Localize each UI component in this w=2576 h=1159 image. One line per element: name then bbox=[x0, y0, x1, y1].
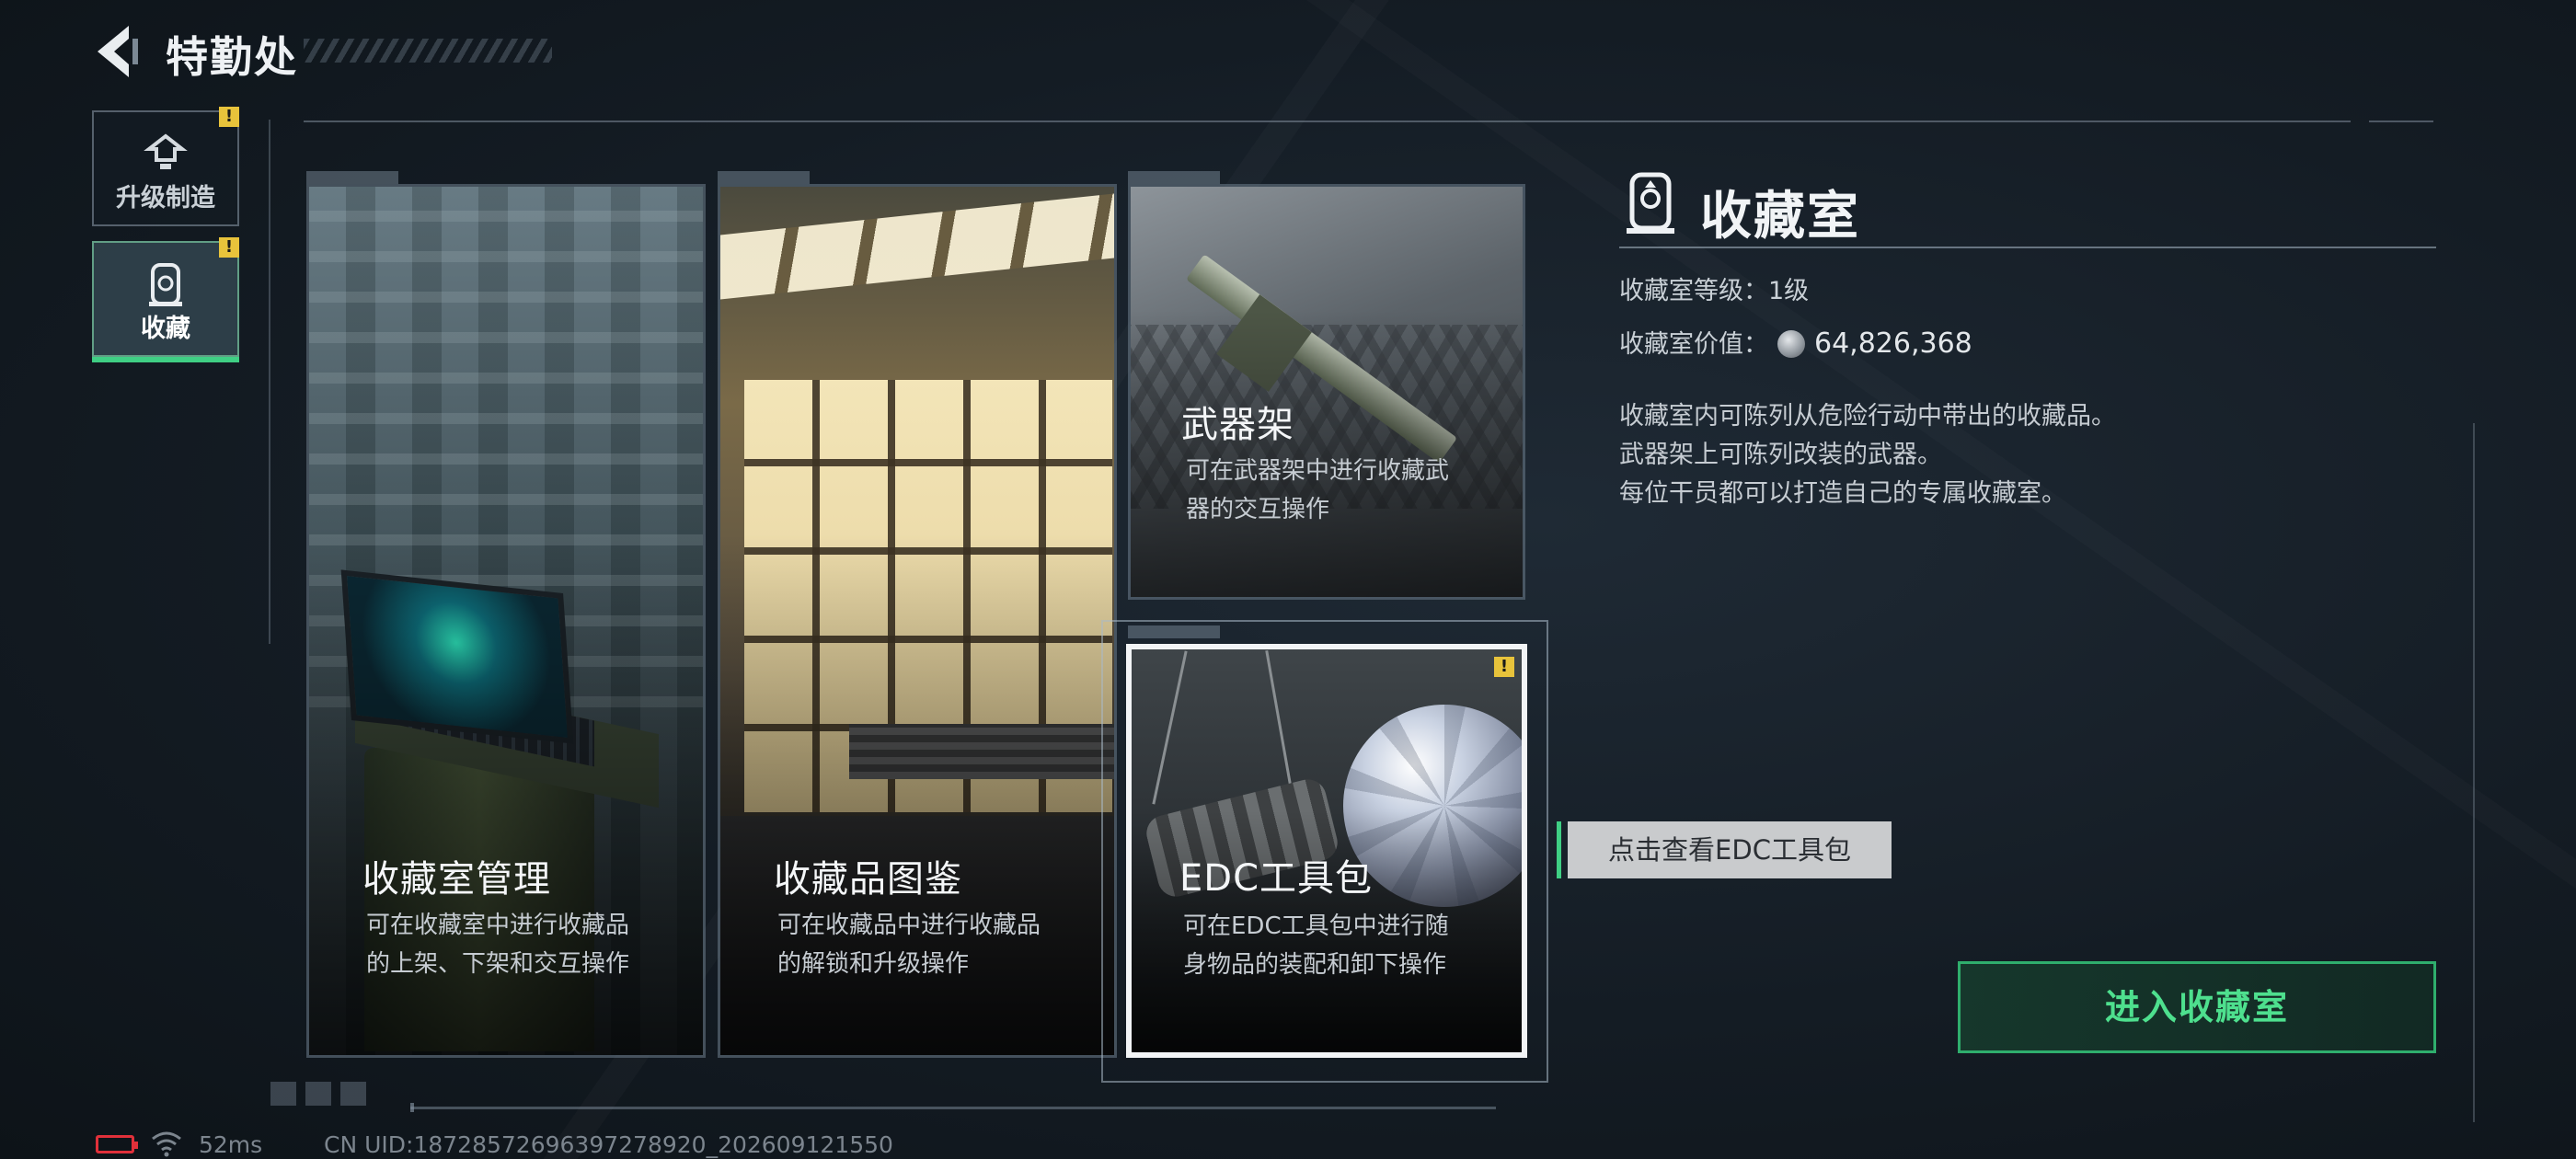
card-title: 武器架 bbox=[1181, 404, 1294, 446]
panel-description-line: 每位干员都可以打造自己的专属收藏室。 bbox=[1619, 479, 2066, 508]
sidebar-divider bbox=[269, 120, 270, 644]
card-description: 可在收藏品中进行收藏品 的解锁和升级操作 bbox=[777, 912, 1041, 978]
back-button[interactable] bbox=[88, 22, 144, 81]
tooltip-accent bbox=[1557, 821, 1561, 878]
top-divider bbox=[304, 120, 2351, 122]
network-ping: 52ms bbox=[199, 1131, 263, 1158]
chevron-left-icon bbox=[98, 26, 138, 77]
upgrade-craft-icon bbox=[144, 133, 188, 169]
panel-description-line: 武器架上可陈列改装的武器。 bbox=[1619, 441, 1942, 469]
user-uid: CN UID:18728572696397278920_202609121550 bbox=[324, 1131, 893, 1158]
card-tab-decoration bbox=[718, 171, 810, 184]
card-title: 收藏室管理 bbox=[362, 858, 551, 901]
edc-tooltip: 点击查看EDC工具包 bbox=[1568, 821, 1892, 878]
collection-room-icon bbox=[149, 263, 182, 306]
sidebar-item-label: 收藏 bbox=[141, 315, 190, 343]
card-title: EDC工具包 bbox=[1179, 857, 1374, 900]
card-description: 可在武器架中进行收藏武 器的交互操作 bbox=[1186, 457, 1450, 523]
card-collection-management[interactable]: 收藏室管理 可在收藏室中进行收藏品 的上架、下架和交互操作 bbox=[306, 184, 706, 1058]
page-title: 特勤处 bbox=[166, 32, 298, 82]
value-label: 收藏室价值： bbox=[1619, 330, 1768, 359]
alert-badge: ! bbox=[1494, 657, 1514, 677]
level-value: 1级 bbox=[1768, 277, 1810, 305]
sidebar-item-collection[interactable]: 收藏 ! bbox=[92, 237, 239, 362]
card-tab-decoration bbox=[1128, 171, 1220, 184]
title-decoration bbox=[304, 39, 552, 63]
top-divider-end bbox=[2369, 120, 2433, 122]
card-edc-toolkit[interactable]: ! EDC工具包 可在EDC工具包中进行随 身物品的装配和卸下操作 bbox=[1126, 644, 1527, 1058]
enter-collection-button[interactable]: 进入收藏室 bbox=[1958, 961, 2436, 1053]
card-weapon-rack[interactable]: 武器架 可在武器架中进行收藏武 器的交互操作 bbox=[1128, 184, 1525, 600]
coin-icon bbox=[1777, 329, 1805, 358]
battery-icon bbox=[96, 1135, 138, 1153]
bottom-decoration bbox=[270, 1082, 372, 1106]
panel-divider bbox=[1619, 247, 2436, 248]
collection-level: 收藏室等级：1级 bbox=[1619, 270, 1809, 306]
card-tab-decoration bbox=[306, 171, 398, 184]
sidebar-item-upgrade-craft[interactable]: 升级制造 ! bbox=[92, 107, 239, 226]
value-amount: 64,826,368 bbox=[1814, 327, 1972, 360]
wifi-icon bbox=[152, 1131, 181, 1157]
panel-description-line: 收藏室内可陈列从危险行动中带出的收藏品。 bbox=[1619, 402, 2116, 430]
alert-badge: ! bbox=[219, 107, 239, 127]
bottom-divider bbox=[410, 1103, 1496, 1112]
card-collection-catalog[interactable]: 收藏品图鉴 可在收藏品中进行收藏品 的解锁和升级操作 bbox=[718, 184, 1117, 1058]
card-description: 可在收藏室中进行收藏品 的上架、下架和交互操作 bbox=[366, 912, 630, 978]
collection-room-icon bbox=[1627, 172, 1674, 234]
level-label: 收藏室等级： bbox=[1619, 277, 1768, 305]
collection-value: 收藏室价值： 64,826,368 bbox=[1619, 324, 1972, 361]
card-tab-decoration bbox=[1128, 625, 1220, 638]
panel-title: 收藏室 bbox=[1700, 187, 1860, 247]
card-title: 收藏品图鉴 bbox=[774, 858, 962, 901]
card-description: 可在EDC工具包中进行随 身物品的装配和卸下操作 bbox=[1183, 912, 1449, 979]
right-divider bbox=[2473, 423, 2475, 1122]
alert-badge: ! bbox=[219, 237, 239, 258]
sidebar-item-label: 升级制造 bbox=[116, 184, 215, 212]
